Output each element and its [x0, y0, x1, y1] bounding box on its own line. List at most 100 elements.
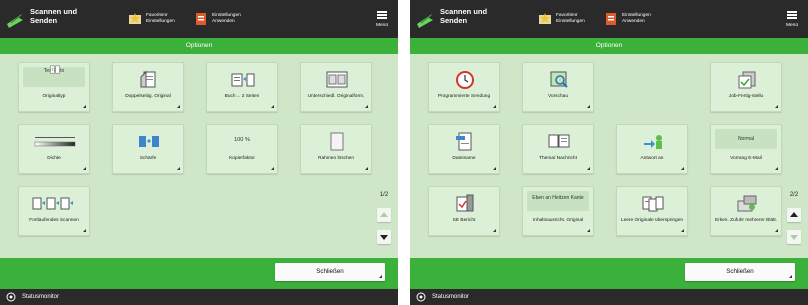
- options-titlebar: Optionen: [410, 38, 808, 54]
- option-subject-message[interactable]: Thema/ Nachricht: [522, 124, 594, 174]
- close-button[interactable]: Schließen: [275, 263, 385, 281]
- scroll-column: 1/2: [372, 54, 398, 258]
- favorites-label: Favoritenr Einstellungen: [146, 13, 175, 24]
- default-settings-button[interactable]: Einstellungen Anwenden: [603, 10, 658, 28]
- options-grid: Programmierte Sendung Vorschau Job-Ferti…: [428, 62, 782, 254]
- scroll-down-button[interactable]: [377, 230, 391, 244]
- scroll-column: 2/2: [782, 54, 808, 258]
- multi-feed-label: Erken. Zufuhr mehrerer Blätt.: [714, 218, 778, 223]
- subject-message-label: Thema/ Nachricht: [539, 156, 577, 161]
- page-title: Optionen: [185, 42, 213, 49]
- report-label: SE Bericht: [452, 218, 476, 223]
- panel-left: Scannen und Senden Favoritenr Einstellun…: [0, 0, 398, 305]
- scheduled-send-label: Programmierte Sendung: [437, 94, 491, 99]
- close-label: Schließen: [316, 268, 344, 275]
- zoom-ratio-value: 100 %: [234, 137, 250, 143]
- status-monitor-label: Statusmonitor: [22, 294, 60, 300]
- scroll-up-button[interactable]: [787, 208, 801, 222]
- option-skip-blank[interactable]: Leere Originale überspringen: [616, 186, 688, 236]
- option-duplex-original[interactable]: Doppelseitig. Original: [112, 62, 184, 112]
- option-preview[interactable]: Vorschau: [522, 62, 594, 112]
- option-scheduled-send[interactable]: Programmierte Sendung: [428, 62, 500, 112]
- option-erase-frame[interactable]: Rahmen löschen: [300, 124, 372, 174]
- density-slider-icon: [34, 137, 76, 147]
- header: Scannen und Senden Favoritenr Einstellun…: [410, 0, 808, 38]
- preview-icon: [550, 71, 568, 88]
- scan-send-app-icon: [417, 14, 433, 28]
- menu-label: Menü: [376, 23, 388, 28]
- option-sharpness[interactable]: Schärfe: [112, 124, 184, 174]
- arrow-down-icon: [790, 235, 798, 240]
- multi-feed-icon: [737, 195, 757, 212]
- original-type-label: Originaltyp: [42, 94, 66, 99]
- menu-label: Menü: [786, 23, 798, 28]
- default-settings-icon: [606, 13, 616, 25]
- option-email-priority[interactable]: Normal Vorrang E-Mail: [710, 124, 782, 174]
- density-label: Dichte: [47, 156, 61, 161]
- book-to-pages-label: Buch→ 2 Seiten: [224, 94, 260, 99]
- file-name-label: Dateiname: [452, 156, 476, 161]
- skip-blank-label: Leere Originale überspringen: [620, 218, 684, 223]
- status-bar[interactable]: Statusmonitor: [410, 289, 808, 305]
- menu-button[interactable]: Menü: [368, 8, 396, 34]
- scan-send-app-icon: [7, 14, 23, 28]
- option-mixed-sizes[interactable]: Unterschiedl. Originalform.: [300, 62, 372, 112]
- subject-message-icon: [548, 134, 570, 148]
- menu-button[interactable]: Menü: [778, 8, 806, 34]
- scroll-up-button[interactable]: [377, 208, 391, 222]
- continuous-scan-icon: [32, 197, 73, 210]
- book-to-pages-icon: [231, 73, 255, 87]
- status-monitor-icon: [6, 292, 16, 302]
- status-bar[interactable]: Statusmonitor: [0, 289, 398, 305]
- default-settings-label: Einstellungen Anwenden: [622, 13, 651, 24]
- option-file-name[interactable]: Dateiname: [428, 124, 500, 174]
- options-titlebar: Optionen: [0, 38, 398, 54]
- page-title: Optionen: [595, 42, 623, 49]
- option-book-to-pages[interactable]: Buch→ 2 Seiten: [206, 62, 278, 112]
- timer-icon: [456, 71, 474, 89]
- original-alignment-value: Eben an Heitzen Kante: [532, 195, 584, 201]
- arrow-up-icon: [790, 212, 798, 217]
- file-name-icon: [456, 132, 472, 151]
- reply-to-icon: [644, 135, 662, 149]
- favorites-label: Favoritenr Einstellungen: [556, 13, 585, 24]
- page-indicator: 2/2: [789, 192, 799, 198]
- page-indicator: 1/2: [379, 192, 389, 198]
- panel-right: Scannen und Senden Favoritenr Einstellun…: [410, 0, 808, 305]
- option-multi-feed-detect[interactable]: Erken. Zufuhr mehrerer Blätt.: [710, 186, 782, 236]
- favorites-settings-button[interactable]: Favoritenr Einstellungen: [537, 10, 592, 28]
- arrow-down-icon: [380, 235, 388, 240]
- sharpness-icon: [139, 136, 159, 147]
- scroll-down-button[interactable]: [787, 230, 801, 244]
- option-original-alignment[interactable]: Eben an Heitzen Kante Inhaltsausricht. O…: [522, 186, 594, 236]
- option-report[interactable]: SE Bericht: [428, 186, 500, 236]
- duplex-original-label: Doppelseitig. Original: [125, 94, 171, 99]
- option-original-type[interactable]: Text/Foto T Originaltyp: [18, 62, 90, 112]
- job-done-icon: [738, 71, 756, 89]
- job-done-label: Job-Fertig-stellu: [728, 94, 764, 99]
- option-zoom-ratio[interactable]: 100 % Kopierfaktor: [206, 124, 278, 174]
- menu-icon: [787, 11, 797, 19]
- option-reply-to[interactable]: Antwort an: [616, 124, 688, 174]
- favorites-icon: [539, 13, 551, 24]
- favorites-icon: [129, 13, 141, 24]
- option-density[interactable]: Dichte: [18, 124, 90, 174]
- app-title: Scannen und Senden: [30, 7, 78, 25]
- preview-label: Vorschau: [547, 94, 568, 99]
- erase-frame-label: Rahmen löschen: [318, 156, 354, 161]
- close-button[interactable]: Schließen: [685, 263, 795, 281]
- mixed-sizes-icon: [326, 71, 348, 88]
- default-settings-button[interactable]: Einstellungen Anwenden: [193, 10, 248, 28]
- erase-frame-icon: [330, 132, 344, 151]
- report-icon: [456, 194, 474, 212]
- option-continuous-scan[interactable]: Fortlaufendes Scannen: [18, 186, 90, 236]
- email-priority-value: Normal: [737, 136, 755, 142]
- favorites-settings-button[interactable]: Favoritenr Einstellungen: [127, 10, 182, 28]
- document-type-icon: T: [50, 65, 60, 74]
- skip-blank-icon: [642, 196, 664, 212]
- option-job-done-notice[interactable]: Job-Fertig-stellu: [710, 62, 782, 112]
- zoom-ratio-label: Kopierfaktor: [229, 156, 255, 161]
- duplex-original-icon: [140, 70, 156, 88]
- reply-to-label: Antwort an: [640, 156, 664, 161]
- status-monitor-icon: [416, 292, 426, 302]
